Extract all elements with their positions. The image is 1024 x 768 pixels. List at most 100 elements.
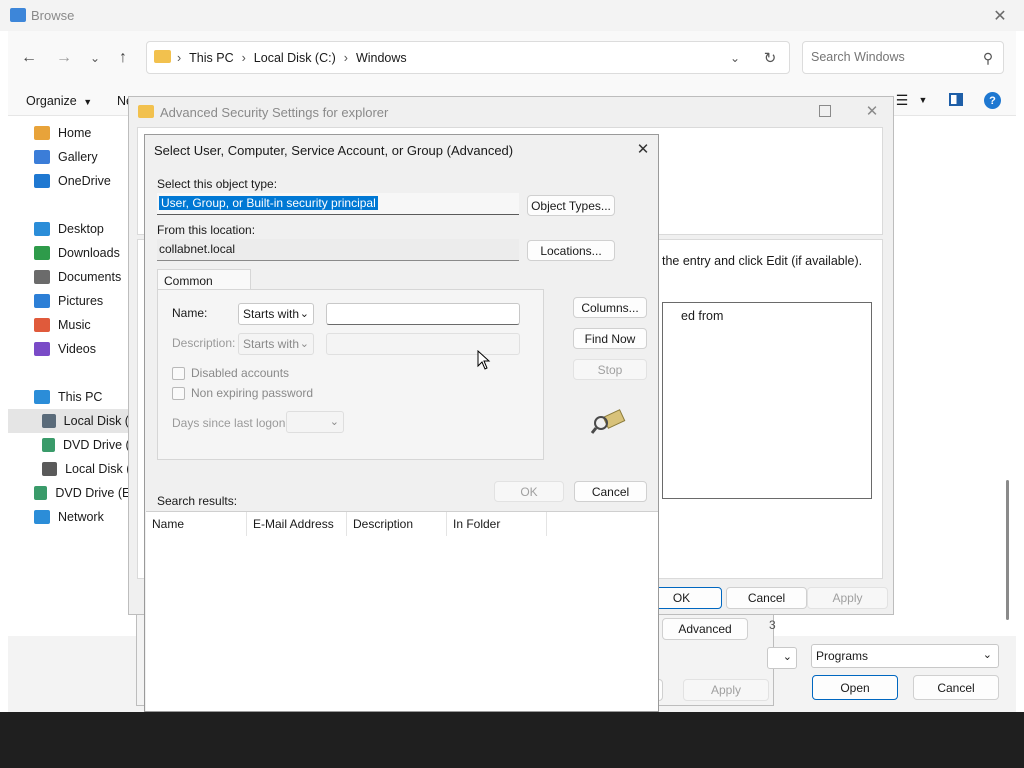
column-header-email[interactable]: E-Mail Address — [247, 512, 347, 536]
view-list-icon[interactable]: ☰ — [894, 92, 910, 108]
nav-item[interactable]: Documents — [8, 265, 138, 289]
tab-common-queries[interactable]: Common Queries — [157, 269, 251, 302]
nav-item-label: Network — [58, 510, 104, 524]
nav-item[interactable]: Gallery — [8, 145, 138, 169]
nav-item[interactable]: This PC — [8, 385, 138, 409]
disabled-accounts-checkbox[interactable]: Disabled accounts — [172, 366, 289, 380]
name-input[interactable] — [326, 303, 520, 325]
downloads-icon — [34, 246, 50, 260]
address-row: ← → ⌄ ↑ › This PC › Local Disk (C:) › Wi… — [8, 31, 1016, 86]
nav-item-label: Home — [58, 126, 92, 140]
breadcrumb-this-pc[interactable]: This PC — [189, 51, 233, 65]
nav-item[interactable]: Desktop — [8, 217, 138, 241]
mouse-cursor-icon — [477, 350, 491, 370]
non-expiring-checkbox[interactable]: Non expiring password — [172, 386, 313, 400]
locations-button[interactable]: Locations... — [527, 240, 615, 261]
nav-item[interactable]: Home — [8, 121, 138, 145]
object-type-field: User, Group, or Built-in security princi… — [157, 193, 519, 215]
back-arrow-icon[interactable]: ← — [18, 47, 40, 69]
nav-item-label: Documents — [58, 270, 122, 284]
advanced-button[interactable]: Advanced — [662, 618, 748, 640]
select-ok-button[interactable]: OK — [494, 481, 564, 502]
stop-button[interactable]: Stop — [573, 359, 647, 380]
breadcrumb: › This PC › Local Disk (C:) › Windows — [177, 51, 407, 65]
dvd-icon — [42, 438, 55, 452]
nav-item[interactable]: Music — [8, 313, 138, 337]
help-icon[interactable]: ? — [984, 92, 1001, 109]
find-now-button[interactable]: Find Now — [573, 328, 647, 349]
address-dropdown-icon[interactable]: ⌄ — [727, 49, 743, 67]
nav-item[interactable]: DVD Drive (E — [8, 433, 138, 457]
nav-item[interactable]: Local Disk (C — [8, 409, 138, 433]
select-user-dialog: Select User, Computer, Service Account, … — [144, 134, 659, 712]
chevron-down-icon: ⌄ — [329, 416, 339, 428]
up-arrow-icon[interactable]: ↑ — [112, 47, 134, 69]
forward-arrow-icon[interactable]: → — [53, 47, 75, 69]
nav-item[interactable]: DVD Drive (E:) — [8, 481, 138, 505]
non-expiring-label: Non expiring password — [191, 386, 314, 400]
breadcrumb-sep: › — [241, 51, 246, 65]
folder-icon — [138, 105, 154, 118]
search-input[interactable] — [809, 49, 973, 65]
nav-item[interactable]: Videos — [8, 337, 138, 361]
nav-item[interactable]: Network — [8, 505, 138, 529]
filetype-filter[interactable]: Programs ⌄ — [811, 644, 999, 668]
column-header-in-folder[interactable]: In Folder — [447, 512, 547, 536]
search-results-table[interactable]: Name E-Mail Address Description In Folde… — [146, 511, 658, 711]
close-icon[interactable]: ✕ — [634, 140, 652, 158]
address-bar[interactable]: › This PC › Local Disk (C:) › Windows ⌄ … — [146, 41, 790, 74]
browse-app-icon — [10, 8, 26, 22]
folder-icon — [154, 50, 171, 63]
nav-item[interactable]: Downloads — [8, 241, 138, 265]
close-icon[interactable]: ✕ — [863, 102, 881, 120]
desktop-icon — [34, 222, 50, 236]
select-cancel-button[interactable]: Cancel — [574, 481, 647, 502]
props-apply-button[interactable]: Apply — [683, 679, 769, 701]
nav-item[interactable]: OneDrive — [8, 169, 138, 193]
chevron-down-icon[interactable]: ⌄ — [84, 47, 106, 69]
search-icon: ⚲ — [982, 49, 994, 66]
object-types-button[interactable]: Object Types... — [527, 195, 615, 216]
nav-item[interactable]: Pictures — [8, 289, 138, 313]
location-value: collabnet.local — [159, 242, 236, 256]
scrollbar[interactable] — [1006, 480, 1009, 620]
browse-cancel-button[interactable]: Cancel — [913, 675, 999, 700]
search-box[interactable]: ⚲ — [802, 41, 1004, 74]
nav-item-label: This PC — [58, 390, 103, 404]
dvd-icon — [34, 486, 48, 500]
breadcrumb-windows[interactable]: Windows — [356, 51, 407, 65]
breadcrumb-sep: › — [177, 51, 182, 65]
this-pc-icon — [34, 390, 50, 404]
location-field: collabnet.local — [157, 239, 519, 261]
nav-item-label: Downloads — [58, 246, 120, 260]
disk-icon — [42, 414, 56, 428]
props-combo[interactable]: ⌄ — [767, 647, 797, 669]
home-icon — [34, 126, 50, 140]
columns-button[interactable]: Columns... — [573, 297, 647, 318]
network-icon — [34, 510, 50, 524]
advanced-apply-button[interactable]: Apply — [807, 587, 888, 609]
name-mode-select[interactable]: Starts with ⌄ — [238, 303, 314, 325]
preview-pane-icon[interactable] — [949, 93, 963, 106]
description-mode-select[interactable]: Starts with ⌄ — [238, 333, 314, 355]
days-since-logon-select[interactable]: ⌄ — [286, 411, 344, 433]
open-button[interactable]: Open — [812, 675, 898, 700]
object-type-label: Select this object type: — [157, 177, 278, 191]
search-users-icon — [591, 405, 627, 435]
maximize-icon[interactable] — [819, 105, 831, 117]
gallery-icon — [34, 150, 50, 164]
breadcrumb-local-disk[interactable]: Local Disk (C:) — [254, 51, 336, 65]
organize-menu[interactable]: Organize ▼ — [26, 94, 92, 108]
disabled-accounts-label: Disabled accounts — [191, 366, 290, 380]
nav-item[interactable]: Local Disk (F — [8, 457, 138, 481]
column-header-name[interactable]: Name — [146, 512, 247, 536]
close-icon[interactable]: ✕ — [990, 6, 1010, 26]
refresh-icon[interactable]: ↻ — [761, 48, 779, 68]
column-header-description[interactable]: Description — [347, 512, 447, 536]
search-results-label: Search results: — [157, 494, 238, 508]
advanced-cancel-button[interactable]: Cancel — [726, 587, 807, 609]
onedrive-icon — [34, 174, 50, 188]
view-caret-icon[interactable]: ▼ — [918, 92, 928, 108]
browse-title: Browse — [31, 8, 75, 23]
permission-entries-list[interactable]: ed from — [662, 302, 872, 499]
